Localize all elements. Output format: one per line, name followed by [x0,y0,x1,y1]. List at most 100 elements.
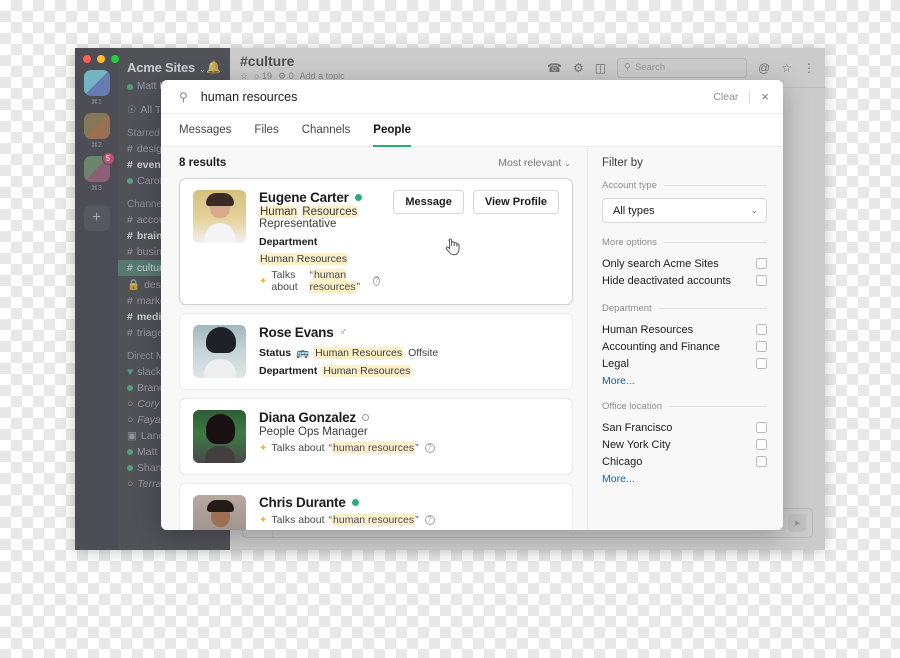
talks-about: ✦ Talks about “human resources” ? [259,514,559,526]
tab-people[interactable]: People [373,114,412,147]
message-button[interactable]: Message [393,190,464,214]
gear-icon[interactable]: ⚙ [573,62,584,74]
filter-group-account-type: Account type All types ⌄ [602,180,767,223]
modal-search-bar[interactable]: ⚲ human resources Clear × [161,80,783,114]
role-suffix: Representative [259,218,337,230]
name-row: Eugene Carter [259,190,380,205]
workspace-tile-1[interactable]: ⌘1 [83,70,110,110]
workspace-name: Acme Sites [127,60,196,75]
filter-group-more-options: More options Only search Acme Sites Hide… [602,237,767,289]
table-row[interactable]: Diana Gonzalez People Ops Manager ✦ Talk… [179,398,573,475]
filter-label: Chicago [602,455,643,468]
chevron-down-icon: ⌄ [750,205,758,215]
star-icon[interactable]: ☆ [781,62,792,74]
workspace-header[interactable]: Acme Sites ⌄ 🔔 [118,60,230,81]
threads-icon: ☉ [127,104,137,116]
bell-icon[interactable]: 🔔 [206,60,221,74]
name-row: Rose Evans ♂ [259,325,559,340]
search-modal: ⚲ human resources Clear × Messages Files… [161,80,783,530]
result-details: Rose Evans ♂ Status 🚌 Human Resources Of… [259,325,559,378]
person-name[interactable]: Chris Durante [259,495,346,510]
results-header: 8 results Most relevant ⌄ [179,147,573,178]
search-icon: ⚲ [624,62,632,73]
filter-only-search-acme-sites[interactable]: Only search Acme Sites [602,255,767,272]
help-icon[interactable]: ? [373,276,381,286]
presence-dot [127,465,133,471]
presence-away-icon: ○ [127,478,134,490]
tab-files[interactable]: Files [254,114,278,147]
minimize-window-button[interactable] [97,55,105,63]
close-icon[interactable]: × [761,90,769,103]
filter-label: Legal [602,357,629,370]
checkbox[interactable] [756,422,767,433]
person-name[interactable]: Rose Evans [259,325,334,340]
filter-group-label: More options [602,237,657,248]
more-icon[interactable]: ⋮ [803,62,815,74]
call-icon[interactable]: ☎ [547,62,562,74]
checkbox[interactable] [756,341,767,352]
search-input[interactable]: ⚲ Search [617,57,748,78]
department-more-link[interactable]: More... [602,375,767,387]
tab-messages[interactable]: Messages [179,114,231,147]
help-icon[interactable]: ? [424,443,435,453]
checkbox[interactable] [756,258,767,269]
filter-label: San Francisco [602,421,673,434]
filter-hide-deactivated-accounts[interactable]: Hide deactivated accounts [602,272,767,289]
checkbox[interactable] [756,358,767,369]
sidebar-item-label: Cory [137,398,160,410]
table-row[interactable]: Chris Durante ✦ Talks about “human resou… [179,483,573,530]
channel-title-block: #culture ☆ ○ 19 ⚙ 0 Add a topic [240,53,345,82]
account-type-select[interactable]: All types ⌄ [602,198,767,223]
add-workspace-button[interactable]: + [83,205,110,231]
sparkle-icon: ✦ [259,275,268,287]
workspace-shortcut-2: ⌘2 [91,142,102,149]
office-location-more-link[interactable]: More... [602,473,767,485]
channel-header-actions: ☎ ⚙ ◫ ⚲ Search @ ☆ ⋮ [547,57,815,78]
channel-name: #culture [240,53,295,69]
checkbox[interactable] [756,456,767,467]
sort-dropdown[interactable]: Most relevant ⌄ [498,157,571,169]
presence-online-icon [351,499,359,506]
view-profile-button[interactable]: View Profile [472,190,559,214]
tab-channels[interactable]: Channels [302,114,351,147]
person-name[interactable]: Eugene Carter [259,190,349,205]
channel-prefix-icon: # [127,246,133,258]
table-row[interactable]: Eugene Carter Human Resources Representa… [179,178,573,305]
department-value: Human Resources [322,365,412,377]
filter-department-accounting-and-finance[interactable]: Accounting and Finance [602,338,767,355]
workspace-tile-3[interactable]: 5 ⌘3 [83,152,115,196]
talks-prefix: Talks about [271,269,298,293]
app-icon: ▣ [127,430,137,442]
checkbox[interactable] [756,275,767,286]
avatar [193,410,246,463]
close-window-button[interactable] [83,55,91,63]
workspace-name-row[interactable]: Acme Sites ⌄ [127,60,206,75]
person-name[interactable]: Diana Gonzalez [259,410,356,425]
table-row[interactable]: Rose Evans ♂ Status 🚌 Human Resources Of… [179,313,573,390]
search-query-input[interactable]: human resources [201,90,714,104]
filter-department-human-resources[interactable]: Human Resources [602,321,767,338]
chevron-down-icon: ⌄ [564,159,571,168]
help-icon[interactable]: ? [424,515,435,525]
checkbox[interactable] [756,324,767,335]
mention-icon[interactable]: @ [758,62,770,74]
department-value: Human Resources [259,253,348,265]
workspace-shortcut-3: ⌘3 [91,185,102,192]
channel-prefix-icon: # [127,159,133,171]
filter-office-chicago[interactable]: Chicago [602,453,767,470]
clear-search-button[interactable]: Clear [713,91,738,103]
filter-office-san-francisco[interactable]: San Francisco [602,419,767,436]
send-icon[interactable]: ➤ [788,514,806,532]
filter-office-new-york-city[interactable]: New York City [602,436,767,453]
filter-group-label: Office location [602,401,663,412]
filter-department-legal[interactable]: Legal [602,355,767,372]
talks-about: ✦ Talks about “human resources” ? [259,269,381,293]
channel-prefix-icon: # [127,295,133,307]
split-view-icon[interactable]: ◫ [595,62,606,74]
talks-about: ✦ Talks about “human resources” ? [259,442,559,454]
maximize-window-button[interactable] [111,55,119,63]
checkbox[interactable] [756,439,767,450]
name-row: Diana Gonzalez [259,410,559,425]
workspace-icon-1 [83,70,110,96]
workspace-tile-2[interactable]: ⌘2 [83,113,110,153]
